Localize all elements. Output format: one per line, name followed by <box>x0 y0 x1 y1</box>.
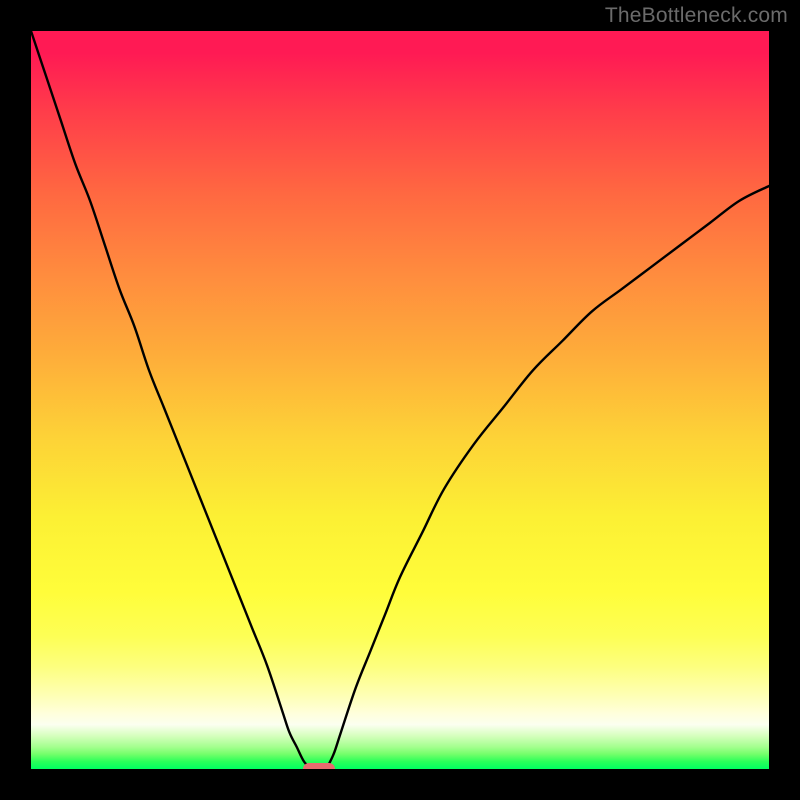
curve-left-branch <box>31 31 311 769</box>
bottleneck-marker <box>303 763 335 769</box>
curve-layer <box>31 31 769 769</box>
plot-area <box>31 31 769 769</box>
curve-right-branch <box>326 186 769 769</box>
watermark-text: TheBottleneck.com <box>605 4 788 28</box>
chart-frame: TheBottleneck.com <box>0 0 800 800</box>
